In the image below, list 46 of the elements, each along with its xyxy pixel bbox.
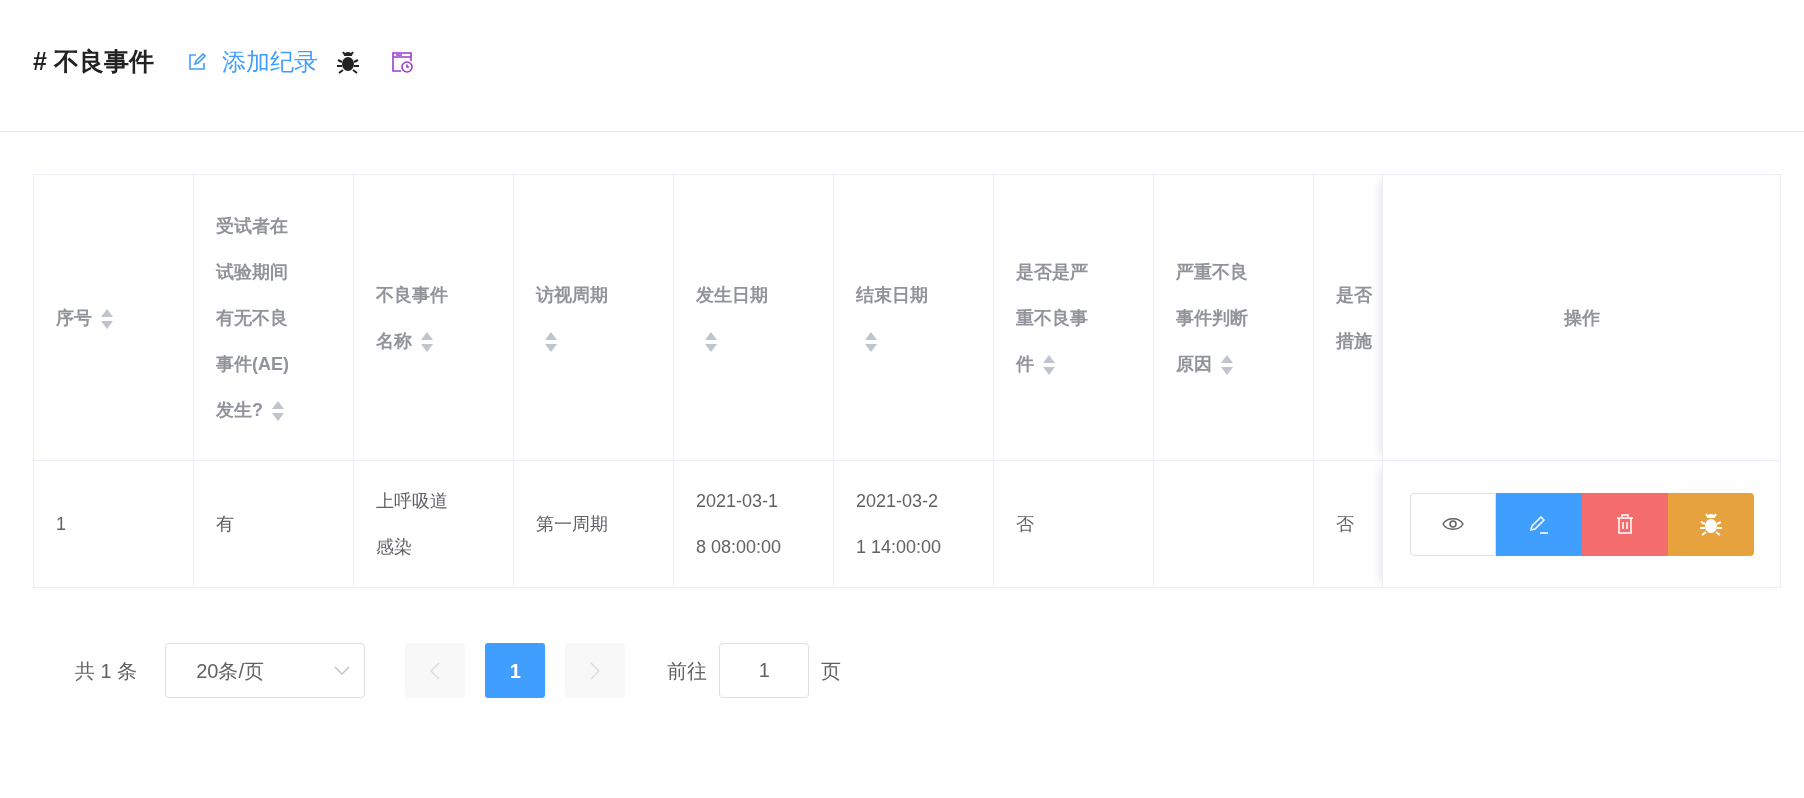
column-header: 是否是严重不良事件 (1016, 260, 1089, 378)
table-cell-text: 2021-03-21 14:00:00 (856, 490, 943, 559)
total-count: 共 1 条 (75, 658, 138, 684)
sort-icon[interactable] (1220, 353, 1234, 376)
sort-icon[interactable] (864, 330, 878, 353)
sort-icon[interactable] (100, 307, 114, 330)
column-header: 序号 (56, 294, 136, 341)
view-button[interactable] (1409, 492, 1496, 556)
table-cell-text: 否 (1336, 513, 1355, 536)
goto-label: 前往 (667, 658, 708, 684)
bug-button[interactable] (1667, 492, 1754, 556)
column-header: 不良事件名称 (376, 283, 449, 355)
bug-icon (1698, 512, 1723, 536)
sort-icon[interactable] (704, 330, 718, 353)
column-header: 访视周期 (536, 271, 616, 364)
table-cell-text: 2021-03-18 08:00:00 (696, 490, 783, 559)
chevron-right-icon (590, 661, 601, 680)
pencil-icon (1527, 513, 1550, 535)
trash-icon (1615, 514, 1634, 534)
edit-icon[interactable] (187, 52, 206, 71)
page-title: # 不良事件 (33, 45, 154, 77)
column-header: 操作 (1563, 307, 1600, 328)
edit-button[interactable] (1495, 492, 1582, 556)
column-header: 受试者在试验期间有无不良事件(AE)发生? (216, 214, 290, 424)
chevron-left-icon (430, 661, 441, 680)
page-size-select[interactable]: 20条/页 (165, 643, 366, 698)
column-header: 结束日期 (856, 271, 936, 364)
delete-button[interactable] (1581, 492, 1668, 556)
table-cell-text: 1 (56, 513, 67, 536)
page-input[interactable]: 1 (719, 643, 810, 698)
table-cell-text: 上呼吸道感染 (376, 490, 449, 559)
sort-icon[interactable] (420, 330, 434, 353)
chevron-down-icon (334, 665, 351, 676)
bug-icon[interactable] (335, 49, 360, 74)
sort-icon[interactable] (1042, 353, 1056, 376)
table-cell-text: 有 (216, 513, 235, 536)
sort-icon[interactable] (271, 399, 285, 422)
column-header: 严重不良事件判断原因 (1176, 260, 1249, 378)
column-header: 是否措施 (1336, 283, 1373, 353)
sort-icon[interactable] (544, 330, 558, 353)
table-cell-text: 否 (1016, 513, 1035, 536)
eye-icon (1441, 517, 1464, 531)
column-header: 发生日期 (696, 271, 776, 364)
schedule-icon[interactable] (389, 49, 414, 74)
table-cell-text: 第一周期 (536, 513, 609, 536)
page-suffix: 页 (821, 658, 842, 684)
